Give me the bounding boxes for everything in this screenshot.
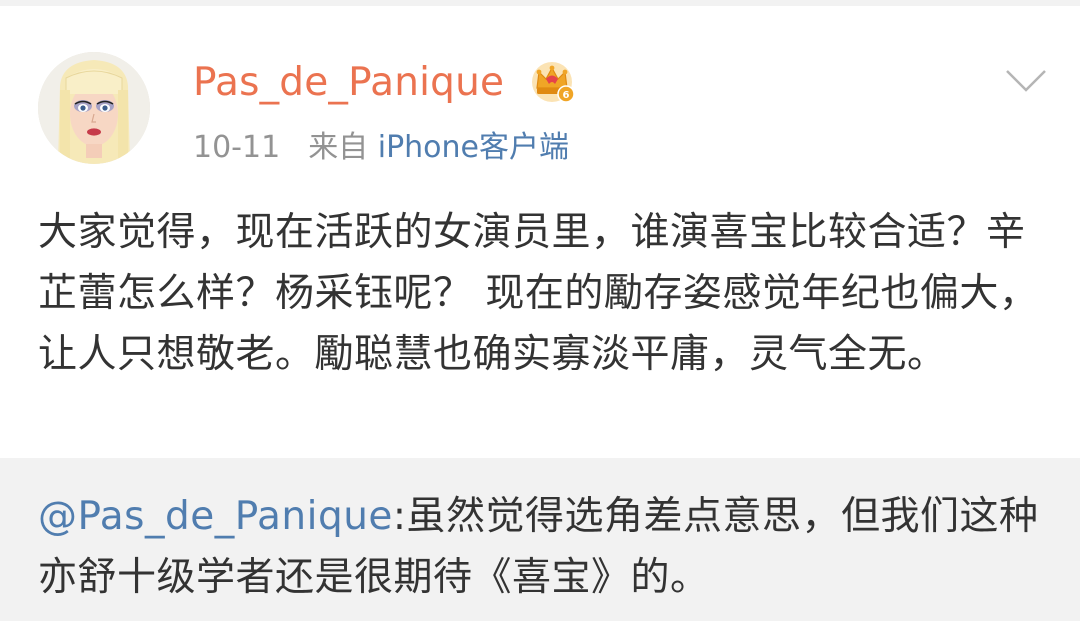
repost-mention[interactable]: @Pas_de_Panique	[38, 494, 393, 539]
avatar-image	[38, 52, 150, 164]
avatar[interactable]	[38, 52, 150, 164]
post-meta: 10-11 来自 iPhone客户端	[193, 128, 569, 168]
username[interactable]: Pas_de_Panique	[193, 58, 504, 108]
weibo-post: Pas_de_Panique 6 10-11 来自 iPhone客户端 大家觉得，…	[0, 6, 1080, 458]
vip-crown-icon[interactable]: 6	[528, 58, 576, 106]
chevron-down-icon[interactable]	[1004, 68, 1048, 94]
source-prefix: 来自	[308, 130, 369, 165]
post-content: 大家觉得，现在活跃的女演员里，谁演喜宝比较合适？辛芷蕾怎么样？杨采钰呢？ 现在的…	[38, 210, 1039, 377]
reposted-weibo[interactable]: @Pas_de_Panique:虽然觉得选角差点意思，但我们这种亦舒十级学者还是…	[0, 458, 1080, 621]
repost-text: @Pas_de_Panique:虽然觉得选角差点意思，但我们这种亦舒十级学者还是…	[38, 486, 1048, 608]
source-app-link[interactable]: iPhone客户端	[378, 130, 569, 165]
post-time: 10-11	[193, 130, 281, 165]
svg-text:6: 6	[563, 90, 570, 101]
